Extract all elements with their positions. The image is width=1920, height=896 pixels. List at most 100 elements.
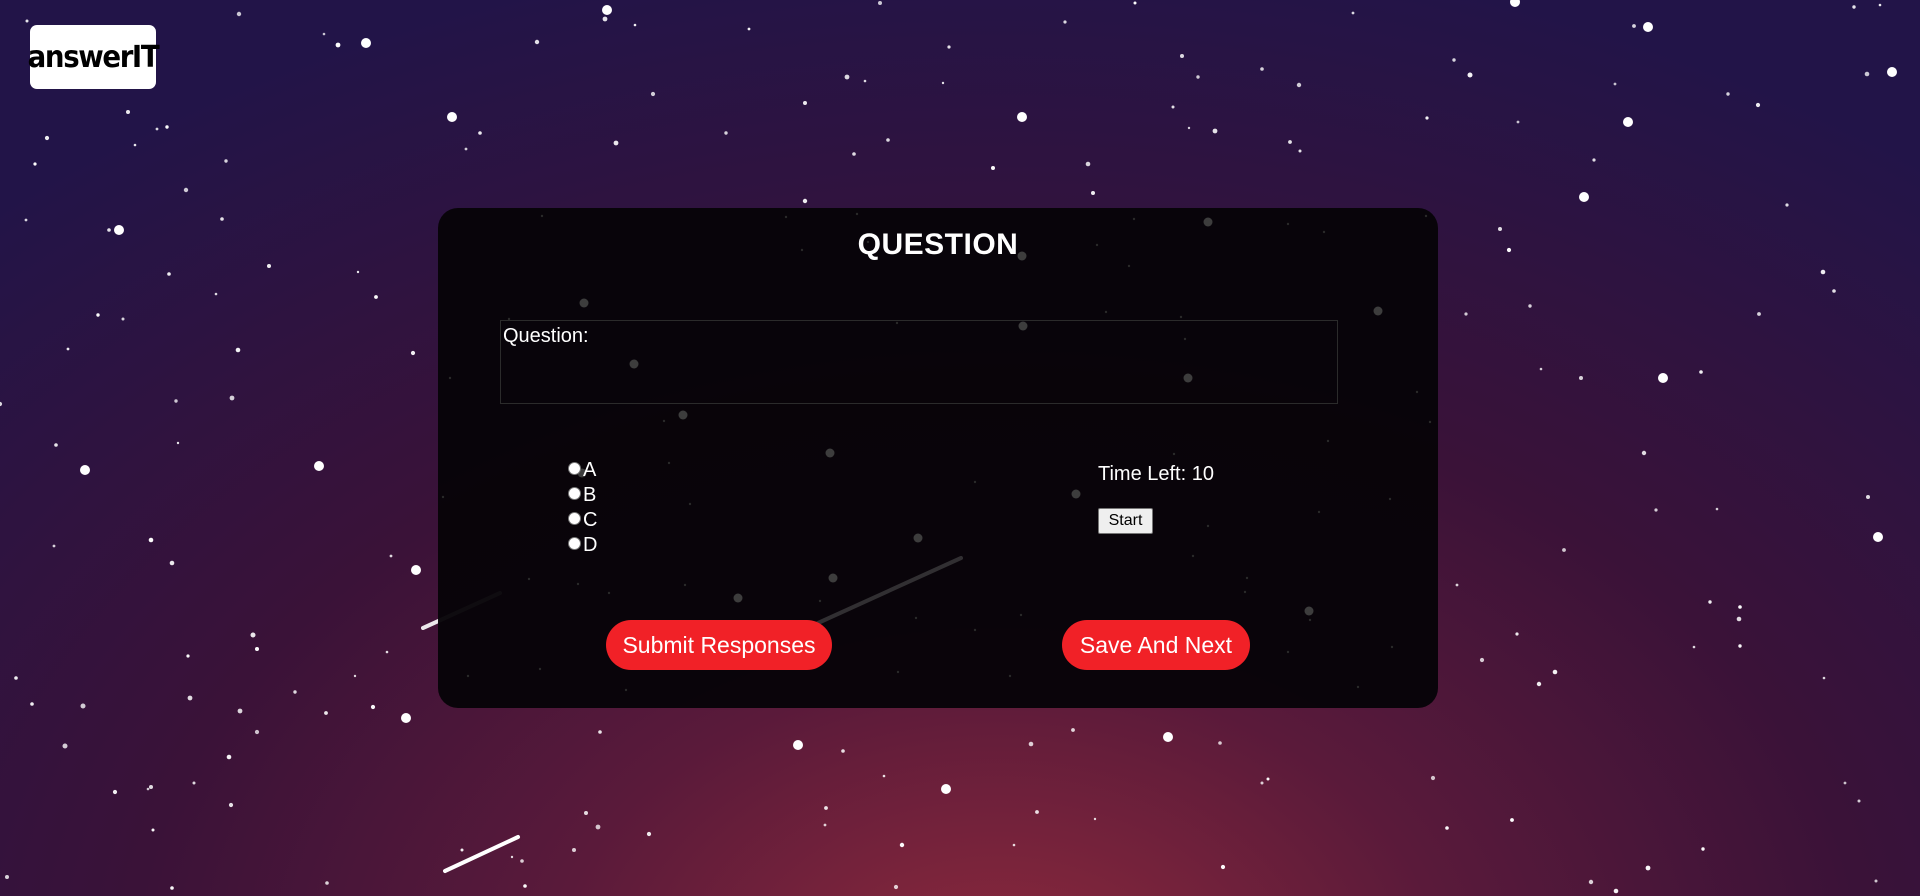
faded-star [576, 582, 580, 586]
star [1579, 376, 1583, 380]
star [878, 1, 882, 5]
star [947, 45, 951, 49]
star [1552, 669, 1558, 675]
star [1536, 681, 1542, 687]
star [235, 347, 241, 353]
faded-star [1008, 674, 1012, 678]
star [54, 443, 58, 447]
faded-star [1356, 685, 1360, 689]
star [1296, 82, 1302, 88]
star [823, 823, 827, 827]
star [747, 27, 751, 31]
radio-a[interactable] [568, 462, 581, 475]
star [1726, 92, 1730, 96]
faded-star [1308, 618, 1312, 622]
star [650, 91, 656, 97]
star [1479, 657, 1485, 663]
answer-options: A B C D [568, 458, 597, 558]
star [1528, 304, 1532, 308]
star [478, 131, 482, 135]
star [802, 198, 808, 204]
faded-star [913, 533, 923, 543]
star [155, 127, 159, 131]
star [1035, 810, 1039, 814]
star [595, 824, 601, 830]
star [1163, 732, 1173, 742]
faded-star [1428, 420, 1432, 424]
faded-star [624, 688, 628, 692]
start-button[interactable]: Start [1098, 508, 1153, 534]
faded-star [1390, 645, 1394, 649]
star [325, 881, 329, 885]
star [24, 218, 28, 222]
faded-star [540, 214, 544, 218]
star [724, 131, 728, 135]
star [1562, 548, 1566, 552]
star [229, 395, 235, 401]
faded-star [733, 593, 743, 603]
star [1085, 161, 1091, 167]
star [62, 743, 68, 749]
faded-star [1206, 524, 1210, 528]
star [1445, 826, 1449, 830]
option-d-label: D [583, 534, 598, 556]
star [991, 166, 995, 170]
star [149, 785, 153, 789]
radio-b[interactable] [568, 487, 581, 500]
faded-star [973, 628, 977, 632]
star [96, 313, 100, 317]
faded-star [1203, 217, 1213, 227]
star [114, 225, 124, 235]
radio-d[interactable] [568, 537, 581, 550]
star [1852, 5, 1856, 9]
star [335, 42, 341, 48]
faded-star [914, 616, 918, 620]
star [1071, 728, 1075, 732]
star [165, 125, 169, 129]
star [1539, 367, 1543, 371]
submit-responses-button[interactable]: Submit Responses [606, 620, 832, 670]
star [523, 884, 527, 888]
star [133, 143, 137, 147]
star [1196, 75, 1200, 79]
answerit-logo[interactable]: answerIT [28, 25, 160, 89]
faded-star [466, 674, 470, 678]
star [1820, 269, 1826, 275]
faded-star [1317, 510, 1321, 514]
star [170, 886, 174, 890]
faded-star [607, 591, 611, 595]
star [1171, 105, 1175, 109]
star [361, 38, 371, 48]
star [1579, 192, 1589, 202]
card-title: QUESTION [857, 228, 1019, 261]
option-d[interactable]: D [568, 533, 597, 558]
star [1864, 71, 1870, 77]
star [324, 711, 328, 715]
option-a[interactable]: A [568, 458, 597, 483]
star [1515, 632, 1519, 636]
star [174, 399, 178, 403]
star [1452, 58, 1456, 62]
star [14, 676, 18, 680]
option-c[interactable]: C [568, 508, 597, 533]
star [146, 787, 150, 791]
faded-star [441, 495, 445, 499]
faded-star [1071, 489, 1081, 499]
star [250, 632, 256, 638]
faded-star [1243, 590, 1247, 594]
star [1632, 24, 1636, 28]
star [1510, 818, 1514, 822]
faded-star [538, 667, 542, 671]
star [322, 32, 326, 36]
faded-star [1304, 606, 1314, 616]
save-and-next-button[interactable]: Save And Next [1062, 620, 1250, 670]
star [584, 811, 588, 815]
star [1757, 312, 1761, 316]
faded-star [1172, 452, 1176, 456]
option-b[interactable]: B [568, 483, 597, 508]
star [1692, 645, 1696, 649]
faded-star [1424, 214, 1428, 218]
star [1288, 140, 1292, 144]
radio-c[interactable] [568, 512, 581, 525]
star [410, 350, 416, 356]
